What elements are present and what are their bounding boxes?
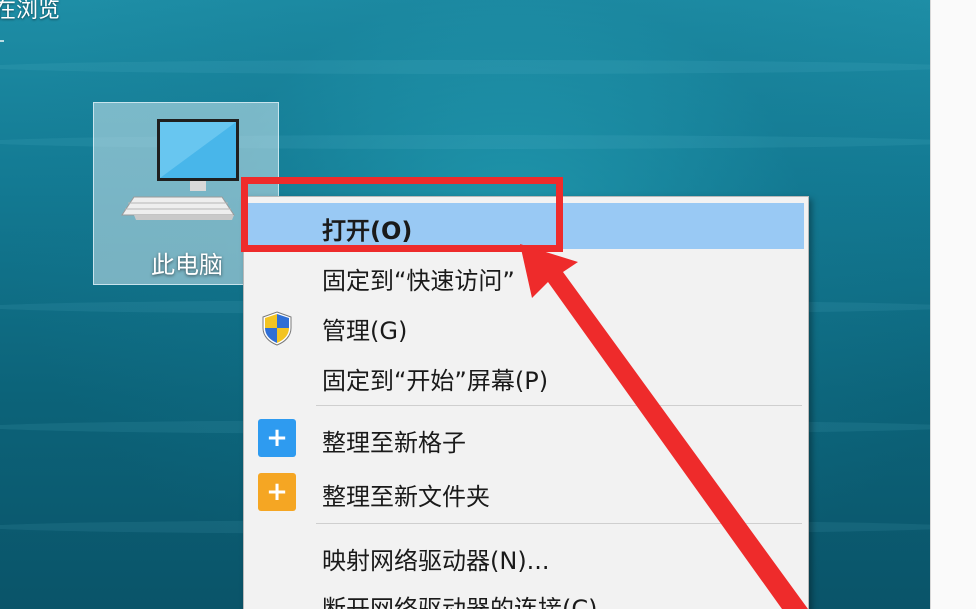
right-panel-edge — [930, 0, 976, 609]
annotation-highlight-box — [241, 177, 563, 252]
plus-folder-icon: + — [258, 473, 296, 511]
menu-item-label: 映射网络驱动器(N)... — [322, 547, 550, 575]
menu-item-label: 断开网络驱动器的连接(C) — [322, 595, 598, 609]
plus-tile-icon: + — [258, 419, 296, 457]
water-ripple — [0, 60, 930, 74]
desktop-edge-mark — [0, 40, 4, 42]
menu-item-label: 固定到“快速访问” — [322, 267, 515, 295]
menu-item-disconnect-network-drive[interactable]: 断开网络驱动器的连接(C) — [244, 581, 808, 609]
context-menu: 打开(O) 固定到“快速访问” 管理(G) 固定到“开始”屏幕(P) + 整理至… — [243, 196, 809, 609]
desktop-top-text: 在浏览 — [0, 0, 61, 23]
menu-separator — [316, 523, 802, 524]
menu-separator — [316, 405, 802, 406]
menu-item-pin-start[interactable]: 固定到“开始”屏幕(P) — [244, 353, 808, 399]
menu-item-label: 整理至新文件夹 — [322, 483, 490, 511]
menu-item-label: 整理至新格子 — [322, 429, 466, 457]
menu-item-label: 管理(G) — [322, 317, 408, 345]
menu-item-label: 固定到“开始”屏幕(P) — [322, 367, 549, 395]
desktop-background: 在浏览 此电脑 打开(O) 固定到“快速访问” 管理(G) 固定到“开始”屏幕(… — [0, 0, 930, 609]
menu-item-map-network-drive[interactable]: 映射网络驱动器(N)... — [244, 533, 808, 579]
menu-item-new-folder-group[interactable]: + 整理至新文件夹 — [244, 469, 808, 515]
menu-item-manage[interactable]: 管理(G) — [244, 303, 808, 349]
menu-item-new-tile-group[interactable]: + 整理至新格子 — [244, 415, 808, 461]
menu-item-pin-quick-access[interactable]: 固定到“快速访问” — [244, 253, 808, 299]
uac-shield-icon — [262, 311, 292, 346]
